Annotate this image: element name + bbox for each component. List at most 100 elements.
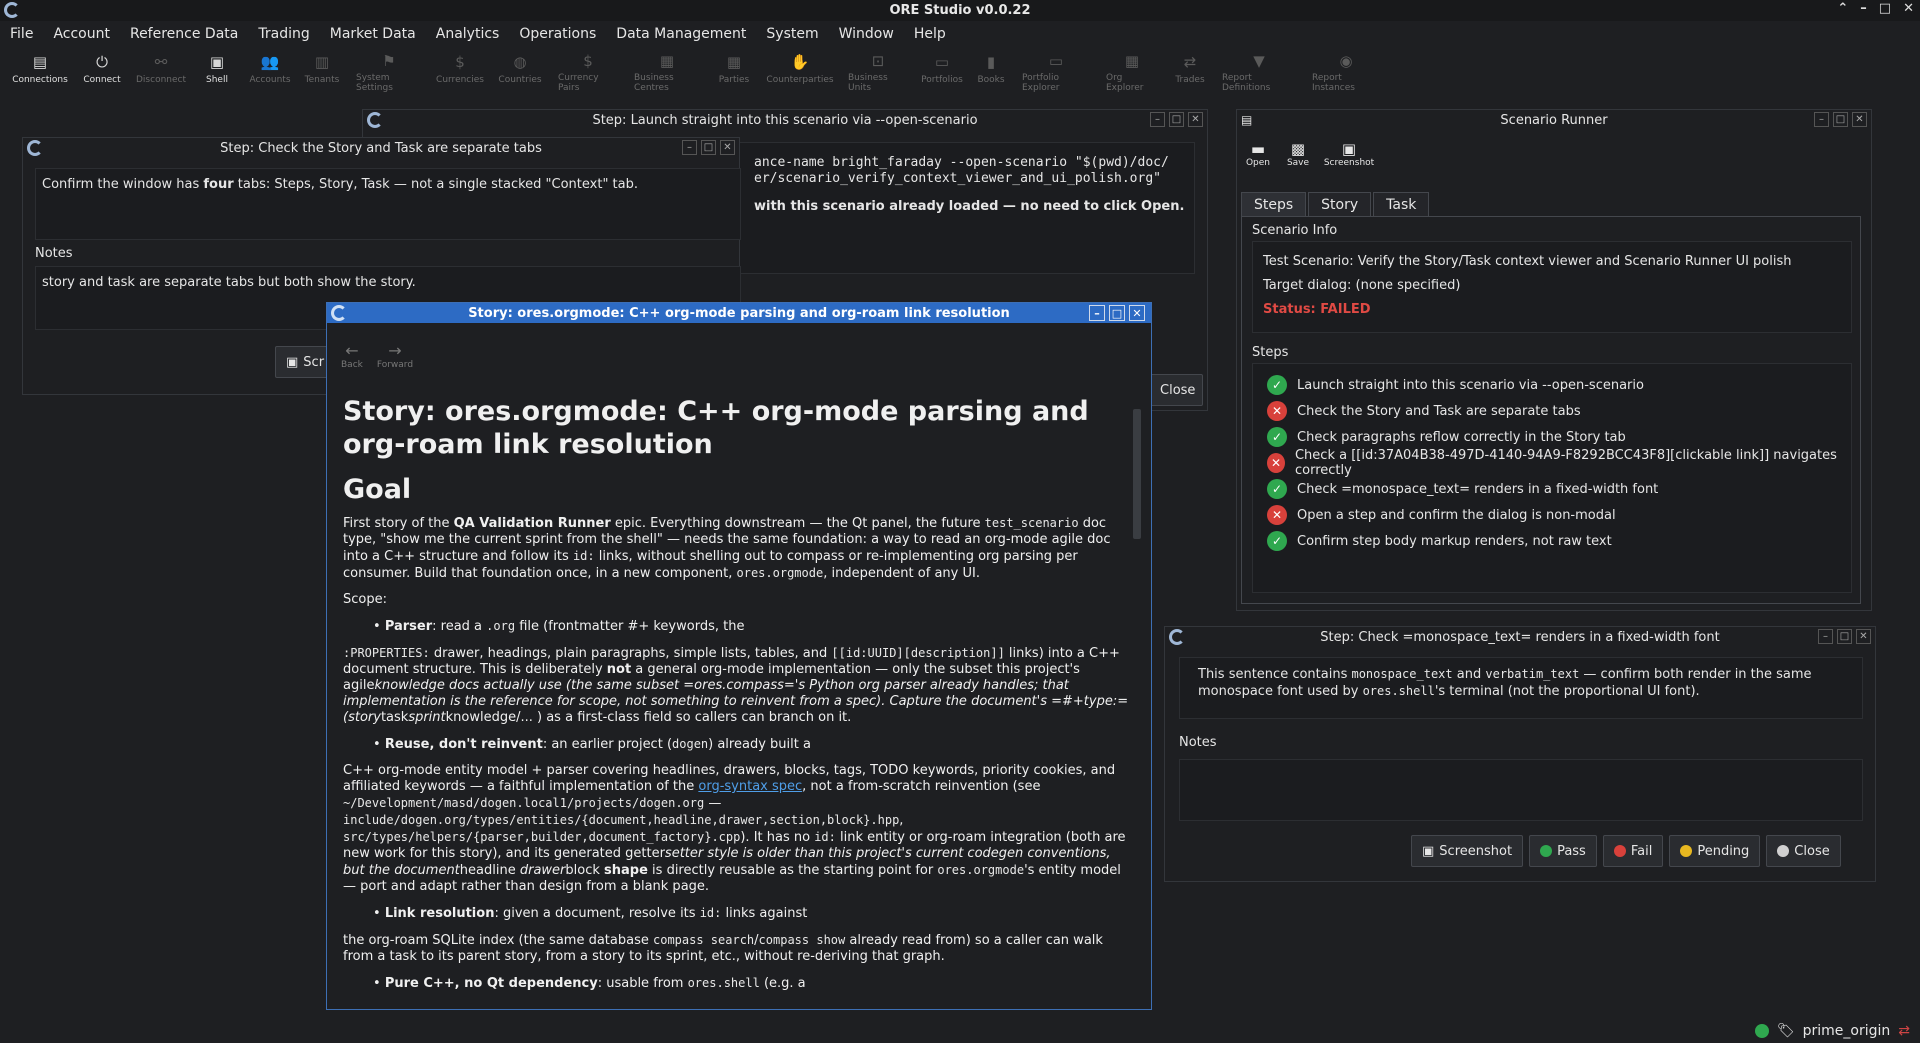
arrow-right-icon: →: [388, 341, 402, 360]
close-icon[interactable]: ✕: [1856, 629, 1871, 644]
toolbar-disconnect[interactable]: ⚯ Disconnect: [132, 52, 190, 92]
app-title: ORE Studio v0.0.22: [889, 3, 1031, 18]
minimize-icon[interactable]: –: [1860, 1, 1867, 16]
mono-step-titlebar[interactable]: Step: Check =monospace_text= renders in …: [1165, 627, 1875, 647]
menu-window[interactable]: Window: [829, 24, 904, 46]
toolbar-report-instances[interactable]: ◉ Report Instances: [1304, 52, 1388, 93]
screenshot-button[interactable]: ▣ Screenshot: [1323, 140, 1375, 168]
parser-paragraph: :PROPERTIES: drawer, headings, plain par…: [343, 646, 1129, 725]
maximize-icon[interactable]: □: [701, 140, 716, 155]
maximize-icon[interactable]: □: [1169, 112, 1184, 127]
toolbar-currency-pairs[interactable]: $ Currency Pairs: [550, 52, 626, 93]
tab-story[interactable]: Story: [1308, 192, 1372, 216]
save-button[interactable]: ▩ Save: [1283, 140, 1313, 168]
menu-system[interactable]: System: [756, 24, 828, 46]
menu-operations[interactable]: Operations: [509, 24, 606, 46]
minimize-icon[interactable]: –: [1089, 305, 1105, 321]
toolbar-report-definitions[interactable]: ▼ Report Definitions: [1214, 52, 1304, 93]
toolbar-countries[interactable]: ◍ Countries: [490, 52, 550, 92]
mono-notes-field[interactable]: [1179, 759, 1863, 821]
close-icon[interactable]: ✕: [1129, 305, 1145, 321]
story-titlebar[interactable]: Story: ores.orgmode: C++ org-mode parsin…: [327, 303, 1151, 323]
window-icon: [1169, 629, 1185, 645]
minimize-icon[interactable]: –: [682, 140, 697, 155]
step-row[interactable]: ✕ Check a [[id:37A04B38-497D-4140-94A9-F8…: [1267, 448, 1837, 478]
toolbar-portfolio-explorer[interactable]: ▭ Portfolio Explorer: [1014, 52, 1098, 93]
maximize-icon[interactable]: □: [1837, 629, 1852, 644]
forward-button[interactable]: → Forward: [377, 341, 413, 370]
launch-step-titlebar[interactable]: Step: Launch straight into this scenario…: [363, 110, 1207, 130]
toolbar-system-settings[interactable]: ⚑ System Settings: [348, 52, 430, 93]
minimize-icon[interactable]: –: [1818, 629, 1833, 644]
minimize-icon[interactable]: –: [1814, 112, 1829, 127]
step-row[interactable]: ✓ Check =monospace_text= renders in a fix…: [1267, 476, 1837, 502]
close-icon[interactable]: ✕: [1852, 112, 1867, 127]
step-row[interactable]: ✓ Confirm step body markup renders, not r…: [1267, 528, 1837, 554]
app-title-bar: ORE Studio v0.0.22 ⌃ – □ ✕: [0, 0, 1920, 21]
step-row[interactable]: ✕ Check the Story and Task are separate t…: [1267, 398, 1837, 424]
tabs-step-titlebar[interactable]: Step: Check the Story and Task are separ…: [23, 138, 739, 158]
step-row[interactable]: ✓ Launch straight into this scenario via …: [1267, 372, 1837, 398]
step-row[interactable]: ✓ Check paragraphs reflow correctly in th…: [1267, 424, 1837, 450]
toolbar-counterparties[interactable]: ✋ Counterparties: [760, 52, 840, 92]
story-scrollbar[interactable]: [1131, 395, 1143, 1003]
close-icon[interactable]: ✕: [720, 140, 735, 155]
toolbar-business-units[interactable]: ⊡ Business Units: [840, 52, 916, 93]
menu-bar: File Account Reference Data Trading Mark…: [0, 24, 956, 46]
toolbar-shell[interactable]: ▣ Shell: [190, 52, 244, 92]
toolbar-accounts[interactable]: 👥 Accounts: [244, 52, 296, 92]
back-button[interactable]: ← Back: [341, 341, 363, 370]
menu-market-data[interactable]: Market Data: [320, 24, 426, 46]
menu-help[interactable]: Help: [904, 24, 956, 46]
maximize-icon[interactable]: □: [1879, 1, 1891, 16]
app-logo-icon: [4, 2, 20, 18]
step-row[interactable]: ✕ Open a step and confirm the dialog is n…: [1267, 502, 1837, 528]
open-button[interactable]: ▬ Open: [1243, 140, 1273, 168]
connect-icon: ⏻: [96, 53, 108, 71]
close-button[interactable]: Close: [1766, 835, 1841, 867]
menu-trading[interactable]: Trading: [248, 24, 319, 46]
minimize-icon[interactable]: –: [1150, 112, 1165, 127]
pass-button[interactable]: Pass: [1529, 835, 1597, 867]
scenario-runner-titlebar[interactable]: ▤ Scenario Runner – □ ✕: [1237, 110, 1871, 130]
close-icon: [1777, 845, 1790, 857]
toolbar-tenants[interactable]: ▥ Tenants: [296, 52, 348, 92]
window-icon: [27, 140, 43, 156]
toolbar-parties[interactable]: ▦ Parties: [708, 52, 760, 92]
screenshot-button[interactable]: ▣ Screenshot: [1411, 835, 1524, 867]
toolbar-portfolios[interactable]: ▭ Portfolios: [916, 52, 968, 92]
window-up-icon[interactable]: ⌃: [1837, 1, 1848, 16]
report-inst-icon: ◉: [1339, 52, 1353, 70]
list-item: • Reuse, don't reinvent: an earlier proj…: [373, 737, 811, 752]
close-icon[interactable]: ✕: [1188, 112, 1203, 127]
toolbar-books[interactable]: ▮ Books: [968, 52, 1014, 92]
toolbar-trades[interactable]: ⇄ Trades: [1166, 52, 1214, 92]
pending-button[interactable]: Pending: [1669, 835, 1761, 867]
toolbar-connections[interactable]: ▤ Connections: [8, 52, 72, 92]
link-paragraph: the org-roam SQLite index (the same data…: [343, 933, 1103, 964]
menu-file[interactable]: File: [0, 24, 43, 46]
toolbar-connect[interactable]: ⏻ Connect: [72, 52, 132, 92]
toolbar-currencies[interactable]: $ Currencies: [430, 52, 490, 92]
launch-close-button[interactable]: Close: [1149, 374, 1203, 406]
tab-steps[interactable]: Steps: [1241, 192, 1307, 216]
maximize-icon[interactable]: □: [1109, 305, 1125, 321]
org-syntax-link[interactable]: org-syntax spec: [698, 779, 802, 794]
menu-analytics[interactable]: Analytics: [426, 24, 510, 46]
link-icon[interactable]: ⇄: [1898, 1023, 1910, 1039]
fail-button[interactable]: Fail: [1602, 835, 1664, 867]
menu-reference-data[interactable]: Reference Data: [120, 24, 248, 46]
clipboard-icon: ▤: [1241, 113, 1253, 127]
menu-account[interactable]: Account: [43, 24, 120, 46]
toolbar-org-explorer[interactable]: ▦ Org Explorer: [1098, 52, 1166, 93]
tab-task[interactable]: Task: [1373, 192, 1430, 216]
check-icon: ✓: [1267, 427, 1287, 447]
toolbar-business-centres[interactable]: ▦ Business Centres: [626, 52, 708, 93]
close-icon[interactable]: ✕: [1903, 1, 1914, 16]
menu-data-management[interactable]: Data Management: [606, 24, 756, 46]
scrollbar-thumb[interactable]: [1133, 409, 1141, 539]
explorer-icon: ▭: [1048, 52, 1064, 70]
camera-icon: ▣: [286, 354, 299, 370]
maximize-icon[interactable]: □: [1833, 112, 1848, 127]
arrow-left-icon: ←: [345, 341, 359, 360]
